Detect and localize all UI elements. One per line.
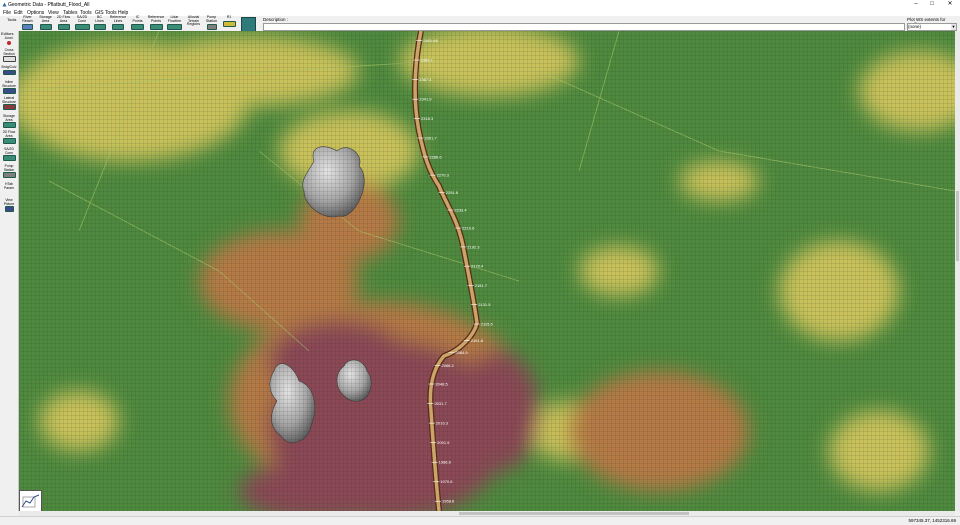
terrain-map[interactable]: 2401.68 2386.1 2367.4 2341.9 2318.3 2301.7 228… <box>19 31 955 511</box>
reference-lines-button[interactable]: Reference Lines <box>109 15 127 31</box>
cross-section-label: 2170.4 <box>471 264 484 269</box>
cross-section-label: 2367.4 <box>419 77 432 82</box>
pump-station-button[interactable]: Pump Station <box>204 15 219 31</box>
description-label: Description : <box>263 17 289 22</box>
maximize-button[interactable]: □ <box>927 1 937 8</box>
view-picture-editor-button[interactable]: View Picture <box>0 198 18 212</box>
lateral-structure-editor-button[interactable]: Lateral Structure <box>0 96 18 110</box>
cross-section-label: 2341.9 <box>419 97 432 102</box>
description-input[interactable] <box>263 23 905 31</box>
cross-section-label: 2031.7 <box>434 401 447 406</box>
window-title: Geometric Data - Pflatbutt_Flood_All <box>8 2 90 8</box>
ic-points-button[interactable]: IC Points <box>131 15 144 31</box>
mesh-grid <box>19 31 955 511</box>
minimap[interactable] <box>19 490 42 512</box>
cross-section-label: 2192.3 <box>467 244 480 249</box>
storage-area-button[interactable]: Storage Area <box>38 15 53 31</box>
cross-section-label: 2066.2 <box>442 363 455 368</box>
pump-station-editor-button[interactable]: Pump Station <box>0 164 18 178</box>
bc-lines-button[interactable]: BC Lines <box>93 15 106 31</box>
sa-2d-conn-editor-button[interactable]: SA/2D Conn <box>0 147 18 161</box>
cross-section-label: 2386.1 <box>421 58 434 63</box>
vertical-scroll-thumb[interactable] <box>956 191 959 261</box>
inline-structure-editor-button[interactable]: Inline Structure <box>0 80 18 94</box>
cursor-coordinates: 597345.37, 1452316.69 <box>908 518 956 523</box>
cross-section-editor-button[interactable]: Cross Section <box>0 48 18 62</box>
cross-section-label: 2001.9 <box>437 440 450 445</box>
cross-section-label: 2301.7 <box>424 135 437 140</box>
bridge-culvert-editor-button[interactable]: Brdg/Culv <box>0 65 18 76</box>
minimize-button[interactable]: – <box>911 1 921 8</box>
junction-editor-button[interactable]: Junct. <box>0 36 18 45</box>
2d-flow-area-button[interactable]: 2D Flow Area <box>56 15 71 31</box>
app-icon <box>2 2 7 7</box>
lidar-flowline-button[interactable]: Lidar Flowline <box>166 15 183 31</box>
2d-flow-area-editor-button[interactable]: 2D Flow Area <box>0 130 18 144</box>
alluvial-terrain-regions-button[interactable]: Alluvial Terrain Regions <box>185 15 202 30</box>
cross-section-label: 2286.6 <box>429 154 442 159</box>
cross-section-label: 2084.9 <box>455 350 468 355</box>
cross-section-label: 2115.5 <box>481 322 494 327</box>
cross-section-label: 1986.6 <box>439 460 452 465</box>
plot-profile-select[interactable]: (none) ▼ <box>907 23 957 31</box>
sa-2d-conn-button[interactable]: SA/2D Conn <box>74 15 90 31</box>
cross-section-label: 2016.3 <box>436 421 449 426</box>
river-reach-button[interactable]: River Reach <box>21 15 34 31</box>
cross-section-label: 2210.6 <box>462 226 475 231</box>
cross-section-label: 2233.4 <box>454 208 467 213</box>
reference-points-button[interactable]: Reference Points <box>147 15 165 31</box>
cross-section-label: 2251.8 <box>446 190 459 195</box>
title-bar: Geometric Data - Pflatbutt_Flood_All – □… <box>0 0 960 9</box>
cross-section-label: 2318.3 <box>421 116 434 121</box>
cross-section-label: 1970.6 <box>440 479 453 484</box>
horizontal-scroll-thumb[interactable] <box>459 512 689 515</box>
cross-section-label: 2048.5 <box>435 382 448 387</box>
htab-param-editor-button[interactable]: HTab Param <box>0 182 18 190</box>
menu-bar: File Edit Options View Tables Tools GIS … <box>0 9 960 16</box>
cross-section-label: 2101.8 <box>471 338 484 343</box>
map-layers-icon[interactable] <box>241 17 256 32</box>
editors-panel: Editors Junct. Cross Section Brdg/Culv I… <box>0 31 19 511</box>
storage-area-editor-button[interactable]: Storage Area <box>0 114 18 128</box>
cross-section-label: 1958.6 <box>442 499 455 504</box>
cross-section-label: 2131.5 <box>478 302 491 307</box>
close-button[interactable]: ✕ <box>945 1 955 8</box>
cross-section-label: 2270.3 <box>437 173 450 178</box>
cross-section-label: 2151.7 <box>475 283 488 288</box>
r1-button[interactable]: R1 <box>222 15 236 30</box>
vertical-scrollbar[interactable] <box>955 31 960 511</box>
tools-label: Tools <box>7 17 17 22</box>
plot-profile-value: (none) <box>908 24 922 29</box>
cross-section-label: 2401.68 <box>423 38 438 43</box>
chevron-down-icon[interactable]: ▼ <box>951 24 956 30</box>
map-canvas[interactable]: 2401.68 2386.1 2367.4 2341.9 2318.3 2301.7 228… <box>19 31 955 511</box>
